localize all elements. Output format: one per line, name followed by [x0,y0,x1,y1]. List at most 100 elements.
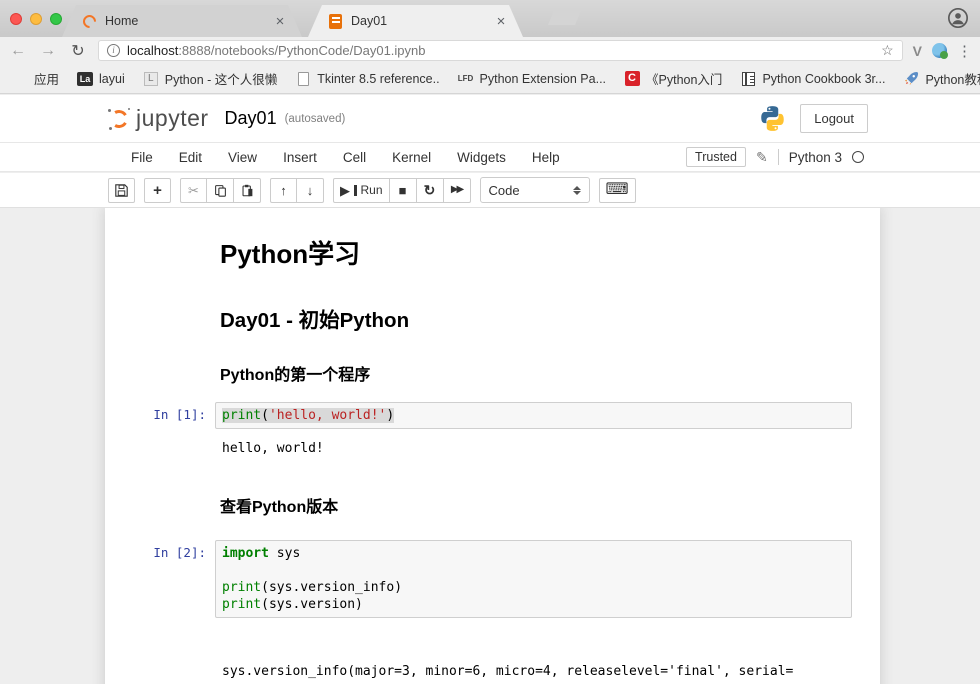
add-cell-button[interactable]: + [144,178,171,203]
tab-home[interactable]: Home × [62,5,302,37]
notebook-favicon-icon [328,14,343,29]
keyboard-icon: ⌨ [606,182,629,198]
jupyter-toolbar: + ✂ ↑ ↓ ▶ Run ■ ↻ ▶▶ Code [0,173,980,208]
new-tab-button[interactable] [548,8,582,25]
back-button[interactable]: ← [8,42,28,60]
arrow-up-icon: ↑ [280,184,287,197]
l-favicon-icon: L [143,71,159,87]
copy-cell-button[interactable] [207,178,234,203]
code-input[interactable]: print('hello, world!') [215,402,852,429]
forward-button[interactable]: → [38,42,58,60]
notebook-title[interactable]: Day01 [225,108,277,129]
code-input[interactable]: import sys print(sys.version_info)print(… [215,540,852,618]
interrupt-kernel-button[interactable]: ■ [390,178,417,203]
browser-menu-icon[interactable]: ⋮ [957,42,972,60]
kernel-idle-indicator-icon [852,151,864,163]
markdown-cell-day01[interactable]: Day01 - 初始Python [105,287,880,347]
markdown-cell-title[interactable]: Python学习 [105,220,880,287]
bookmark-python-tutorial[interactable]: Python教程 [903,69,980,88]
bookmark-apps[interactable]: 应用 [12,69,59,88]
window-controls [10,13,62,25]
menu-help[interactable]: Help [519,150,573,165]
restart-icon: ↻ [424,183,436,197]
tab-close-icon[interactable]: × [493,13,509,30]
markdown-cell-version[interactable]: 查看Python版本 [105,467,880,529]
command-palette-button[interactable]: ⌨ [599,178,636,203]
restart-run-all-button[interactable]: ▶▶ [444,178,471,203]
notebook-container: Python学习 Day01 - 初始Python Python的第一个程序 I… [105,208,880,684]
output-text: sys.version_info(major=3, minor=6, micro… [215,625,852,684]
move-cell-up-button[interactable]: ↑ [270,178,297,203]
logout-button[interactable]: Logout [800,104,868,133]
run-cell-button[interactable]: ▶ Run [333,178,390,203]
menu-widgets[interactable]: Widgets [444,150,519,165]
autosave-status: (autosaved) [285,113,346,125]
trusted-badge[interactable]: Trusted [686,147,746,167]
bookmark-star-icon[interactable]: ☆ [881,42,894,59]
extension-v-icon[interactable]: V [913,43,922,59]
bookmark-python-blog[interactable]: L Python - 这个人很懒 [143,69,278,88]
floppy-icon [115,184,128,197]
window-close-button[interactable] [10,13,22,25]
menu-file[interactable]: File [118,150,166,165]
save-button[interactable] [108,178,135,203]
select-carets-icon [573,186,581,195]
scissors-icon: ✂ [188,184,199,197]
bookmark-python-intro[interactable]: C 《Python入门 [624,69,722,88]
jupyter-logo[interactable]: jupyter [108,105,209,132]
tab-close-icon[interactable]: × [272,13,288,30]
cut-cell-button[interactable]: ✂ [180,178,207,203]
output-cell-1: hello, world! [105,434,880,467]
bookmark-tkinter-reference[interactable]: Tkinter 8.5 reference.. [295,71,439,87]
jupyter-header: jupyter Day01 (autosaved) Logout [0,95,980,142]
bookmarks-bar: 应用 La layui L Python - 这个人很懒 Tkinter 8.5… [0,64,980,94]
heading-day01: Day01 - 初始Python [220,303,852,333]
run-icon: ▶ [340,184,350,197]
apps-grid-icon [12,71,28,87]
menu-kernel[interactable]: Kernel [379,150,444,165]
window-zoom-button[interactable] [50,13,62,25]
jupyter-menubar: File Edit View Insert Cell Kernel Widget… [0,142,980,172]
page-icon [295,71,311,87]
notebook-area: Python学习 Day01 - 初始Python Python的第一个程序 I… [0,208,980,684]
restart-kernel-button[interactable]: ↻ [417,178,444,203]
heading-python-study: Python学习 [220,234,852,271]
bookmark-layui[interactable]: La layui [77,71,125,87]
heading-check-version: 查看Python版本 [220,493,852,517]
jupyter-planet-icon [108,108,130,130]
cell-type-dropdown[interactable]: Code [480,177,590,203]
edit-title-pencil-icon[interactable]: ✎ [756,149,768,166]
fast-forward-icon: ▶▶ [451,185,462,195]
url-field[interactable]: i localhost:8888/notebooks/PythonCode/Da… [98,40,903,61]
menu-view[interactable]: View [215,150,270,165]
paste-cell-button[interactable] [234,178,261,203]
python-logo-icon [759,105,786,132]
code-cell-2[interactable]: In [2]: import sys print(sys.version_inf… [105,535,880,623]
tab-day01[interactable]: Day01 × [308,5,523,37]
move-cell-down-button[interactable]: ↓ [297,178,324,203]
page-info-icon[interactable]: i [107,44,120,57]
bookmark-python-extension[interactable]: LFD Python Extension Pa... [458,71,606,87]
plus-icon: + [153,183,162,198]
divider [778,149,779,165]
browser-window: Home × Day01 × ← → ↻ i localhost:8888/no… [0,0,980,684]
arrow-down-icon: ↓ [307,184,314,197]
menu-cell[interactable]: Cell [330,150,379,165]
tab-label: Home [105,14,272,28]
bookmark-python-cookbook[interactable]: Python Cookbook 3r... [740,71,885,87]
csdn-favicon-icon: C [624,71,640,87]
copy-icon [214,184,227,197]
menu-edit[interactable]: Edit [166,150,215,165]
markdown-cell-first-program[interactable]: Python的第一个程序 [105,347,880,397]
tab-label: Day01 [351,14,493,28]
heading-first-program: Python的第一个程序 [220,361,852,385]
lfd-favicon-icon: LFD [458,71,474,87]
input-prompt: In [2]: [105,540,215,618]
menu-insert[interactable]: Insert [270,150,330,165]
extension-globe-icon[interactable] [932,43,947,58]
book-favicon-icon [740,71,756,87]
profile-icon[interactable] [948,8,968,28]
code-cell-1[interactable]: In [1]: print('hello, world!') [105,397,880,434]
window-minimize-button[interactable] [30,13,42,25]
reload-button[interactable]: ↻ [68,41,88,61]
